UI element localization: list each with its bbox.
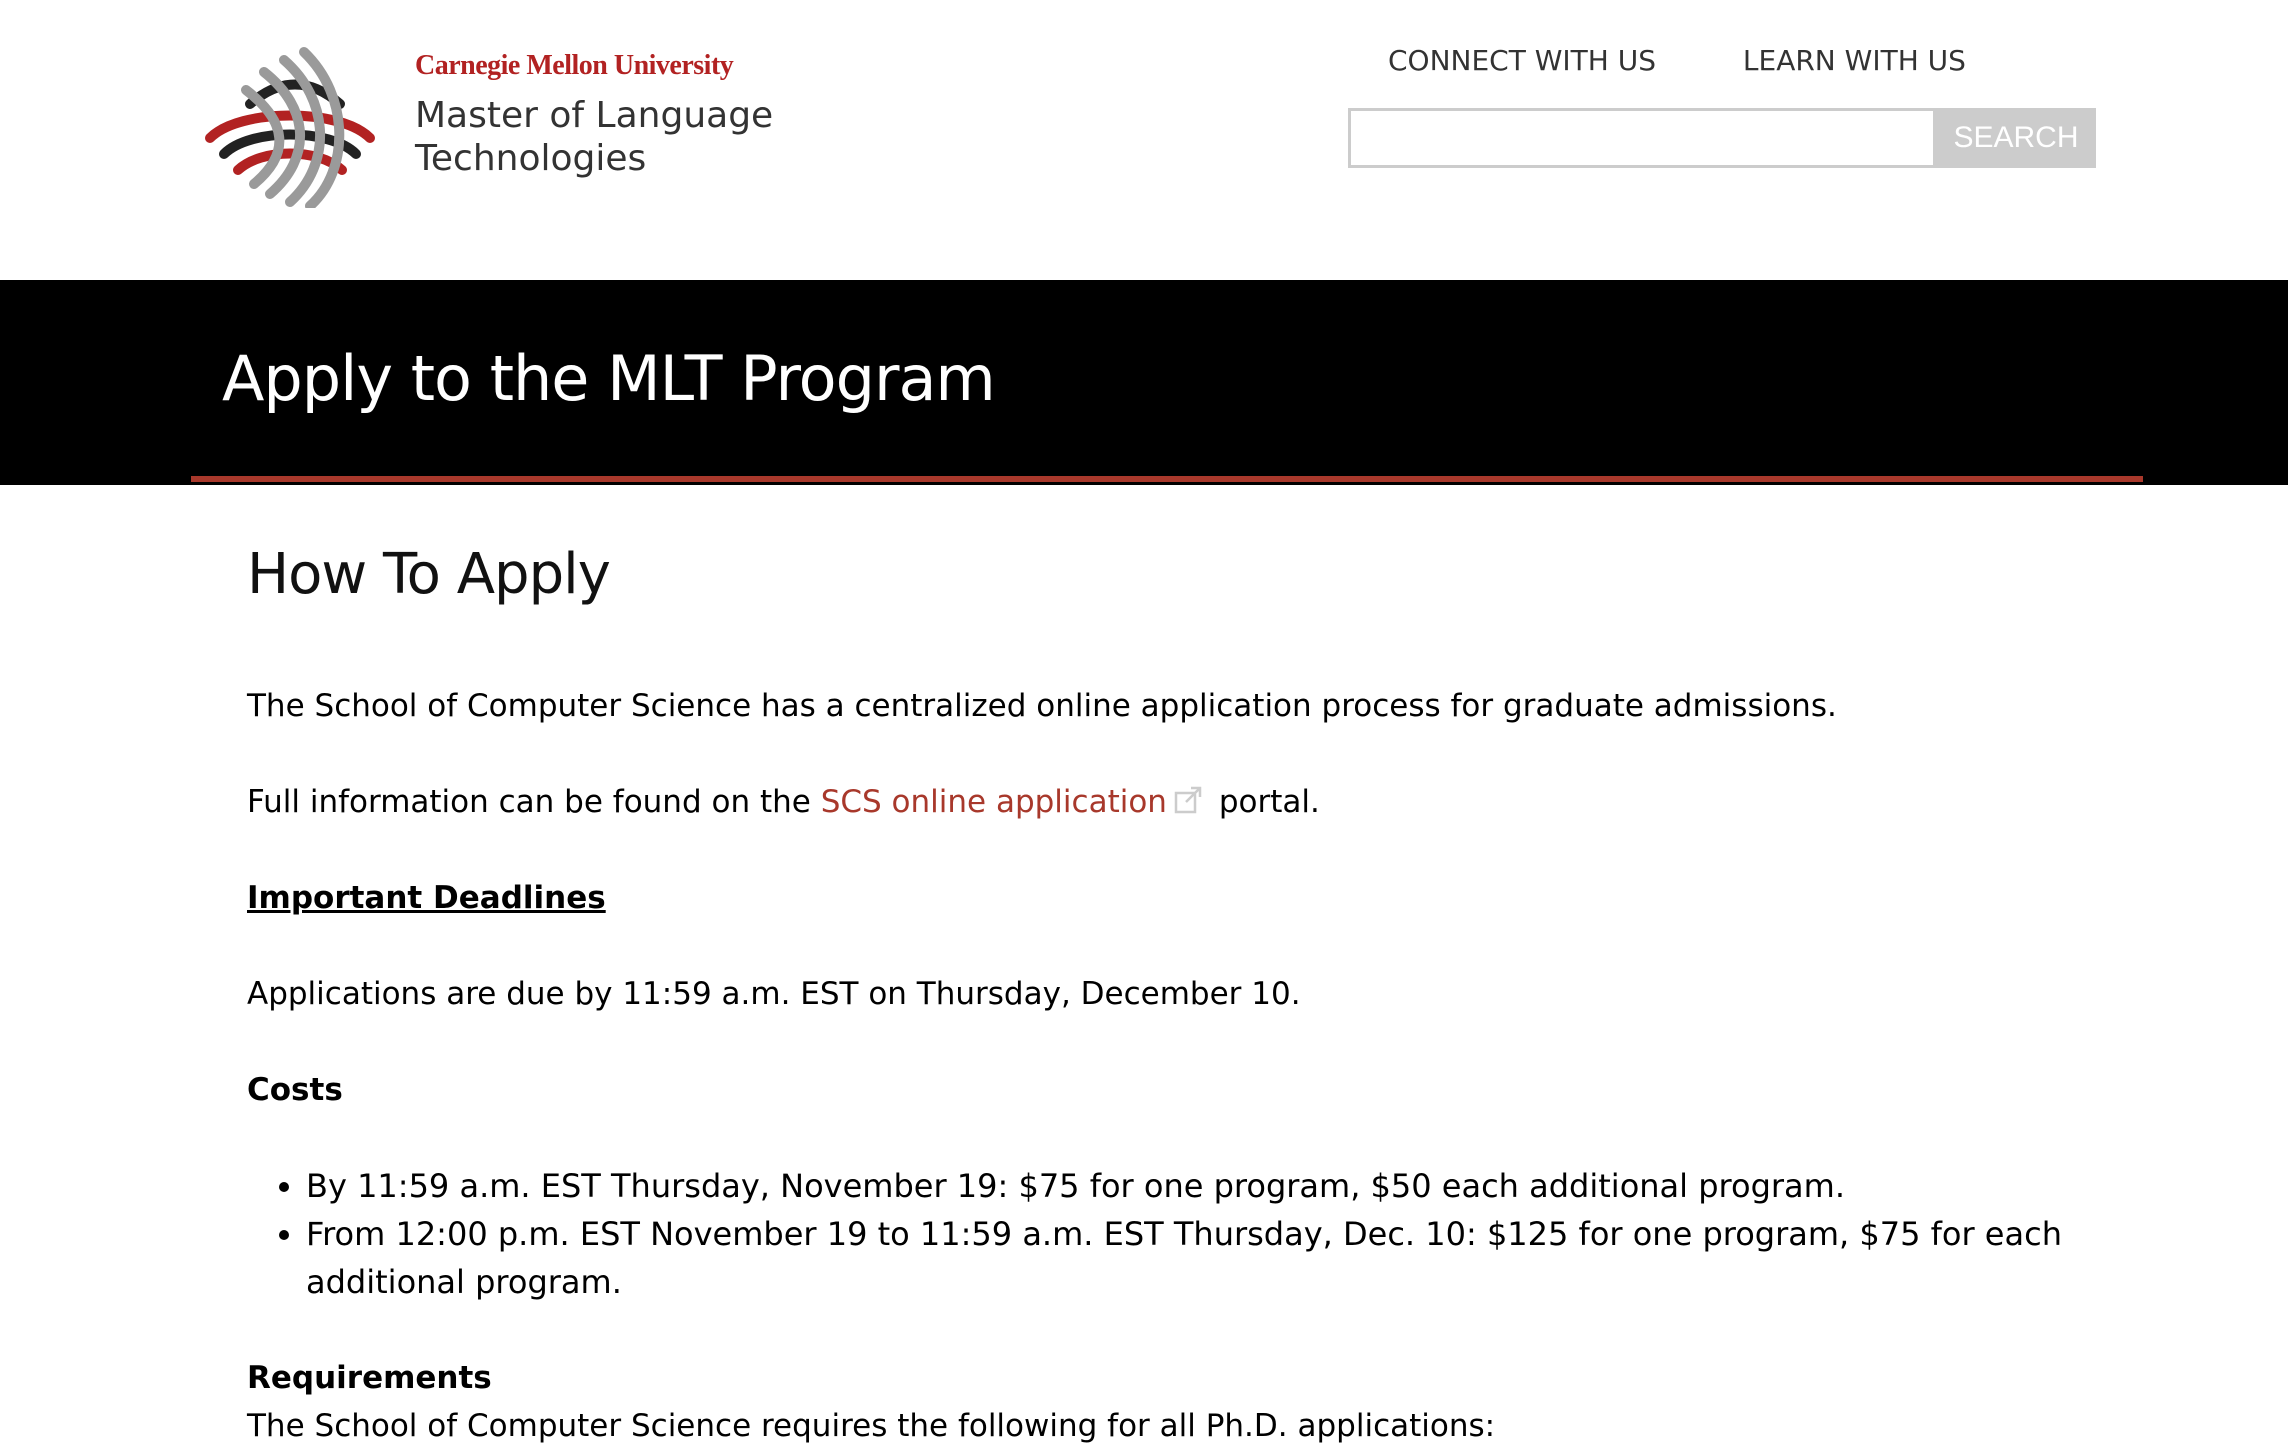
scs-online-application-link[interactable]: SCS online application	[821, 784, 1167, 820]
university-name: Carnegie Mellon University	[415, 50, 734, 81]
site-name-line1: Master of Language	[415, 95, 774, 136]
main-content: How To Apply The School of Computer Scie…	[247, 540, 2097, 1450]
nav-learn-with-us[interactable]: LEARN WITH US	[1743, 44, 1966, 77]
search-button[interactable]: SEARCH	[1936, 108, 2096, 168]
site-logo-link[interactable]: Carnegie Mellon University Master of Lan…	[200, 38, 800, 218]
info-suffix: portal.	[1208, 784, 1320, 820]
site-name-line2: Technologies	[415, 138, 647, 179]
requirements-heading: Requirements	[247, 1360, 492, 1396]
info-prefix: Full information can be found on the	[247, 784, 821, 820]
cmu-logo-mark-icon	[205, 47, 375, 208]
site-header: Carnegie Mellon University Master of Lan…	[0, 0, 2288, 280]
list-item: By 11:59 a.m. EST Thursday, November 19:…	[306, 1162, 2097, 1210]
search-form: SEARCH	[1348, 108, 2096, 168]
page-title: Apply to the MLT Program	[222, 342, 996, 415]
costs-heading: Costs	[247, 1072, 343, 1108]
list-item: From 12:00 p.m. EST November 19 to 11:59…	[306, 1210, 2097, 1306]
info-paragraph: Full information can be found on the SCS…	[247, 778, 2097, 826]
requirements-text: The School of Computer Science requires …	[247, 1408, 1496, 1444]
search-input[interactable]	[1348, 108, 1936, 168]
costs-list: By 11:59 a.m. EST Thursday, November 19:…	[247, 1162, 2097, 1306]
top-nav: CONNECT WITH US LEARN WITH US	[1388, 44, 1966, 77]
nav-connect-with-us[interactable]: CONNECT WITH US	[1388, 44, 1656, 77]
site-name: Master of Language Technologies	[415, 94, 773, 180]
intro-paragraph: The School of Computer Science has a cen…	[247, 688, 1837, 724]
deadlines-heading: Important Deadlines	[247, 880, 606, 916]
banner-accent-line	[191, 476, 2143, 482]
section-heading: How To Apply	[247, 542, 611, 607]
external-link-icon	[1174, 786, 1202, 814]
deadlines-text: Applications are due by 11:59 a.m. EST o…	[247, 976, 1301, 1012]
page-banner: Apply to the MLT Program	[0, 280, 2288, 485]
